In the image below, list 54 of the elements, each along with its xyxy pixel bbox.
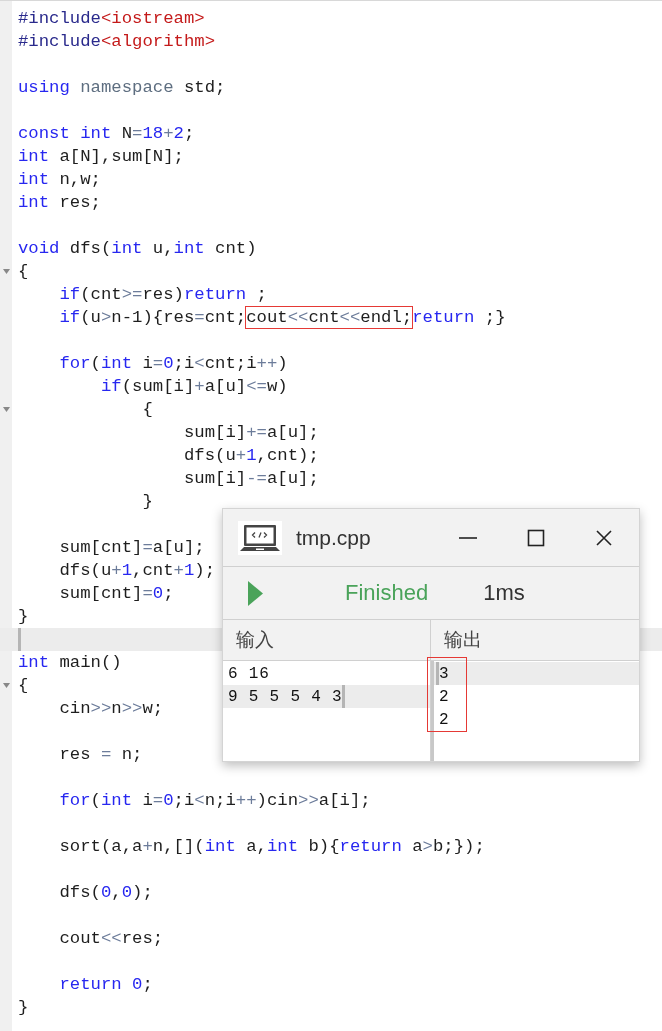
code-text: int n,w; <box>18 169 101 190</box>
code-text: sum[i]+=a[u]; <box>182 422 319 443</box>
output-line: 2 <box>439 710 450 729</box>
code-text: sum[i]-=a[u]; <box>182 468 319 489</box>
code-text: sort(a,a+n,[](int a,int b){return a>b;}); <box>58 836 485 857</box>
code-text: int res; <box>18 192 101 213</box>
fold-arrow-icon[interactable] <box>2 269 10 274</box>
laptop-icon <box>238 520 282 555</box>
close-icon <box>594 527 614 548</box>
code-text: #include<iostream> <box>18 8 205 29</box>
code-text: dfs(0,0); <box>58 882 153 903</box>
code-text: int main() <box>18 652 122 673</box>
pane-header: 输出 <box>444 628 482 652</box>
run-time: 1ms <box>483 580 525 606</box>
code-text: const int N=18+2; <box>18 123 195 144</box>
code-text: { <box>141 399 153 420</box>
code-text: res = n; <box>58 744 143 765</box>
code-text: return 0; <box>58 974 153 995</box>
code-text: } <box>18 606 29 627</box>
text-cursor <box>436 662 439 685</box>
code-text: if(sum[i]+a[u]<=w) <box>99 376 288 397</box>
fold-arrow-icon[interactable] <box>2 683 10 688</box>
code-text: } <box>141 491 153 512</box>
code-text: } <box>18 997 29 1018</box>
pane-header: 输入 <box>236 628 274 652</box>
code-text: using namespace std; <box>18 77 226 98</box>
code-text: for(int i=0;i<cnt;i++) <box>58 353 288 374</box>
code-text: #include<algorithm> <box>18 31 216 52</box>
outlined-code: cout<<cnt<<endl; <box>246 307 413 328</box>
run-status: Finished <box>345 580 429 606</box>
minimize-icon <box>459 536 477 539</box>
text-cursor <box>18 628 21 651</box>
code-text: { <box>18 261 29 282</box>
code-text: sum[cnt]=a[u]; <box>58 537 205 558</box>
fold-arrow-icon[interactable] <box>2 407 10 412</box>
maximize-icon <box>526 527 546 548</box>
code-text: if(cnt>=res)return ; <box>58 284 267 305</box>
output-line: 2 <box>439 687 450 706</box>
code-text: sum[cnt]=0; <box>58 583 174 604</box>
code-text: for(int i=0;i<n;i++)cin>>a[i]; <box>58 790 371 811</box>
code-text: int a[N],sum[N]; <box>18 146 184 167</box>
code-text: cout<<res; <box>58 928 164 949</box>
output-line: 3 <box>439 664 450 683</box>
code-text: void dfs(int u,int cnt) <box>18 238 257 259</box>
input-line[interactable]: 6 16 <box>228 664 270 683</box>
play-icon <box>247 580 263 606</box>
code-text: { <box>18 675 29 696</box>
code-text: dfs(u+1,cnt+1); <box>58 560 216 581</box>
window-title: tmp.cpp <box>296 525 371 550</box>
code-text: return ;} <box>412 307 506 328</box>
text-cursor <box>342 685 346 708</box>
code-text: cin>>n>>w; <box>58 698 164 719</box>
code-text: dfs(u+1,cnt); <box>182 445 319 466</box>
code-text: if(u>n-1){res=cnt; <box>58 307 247 328</box>
